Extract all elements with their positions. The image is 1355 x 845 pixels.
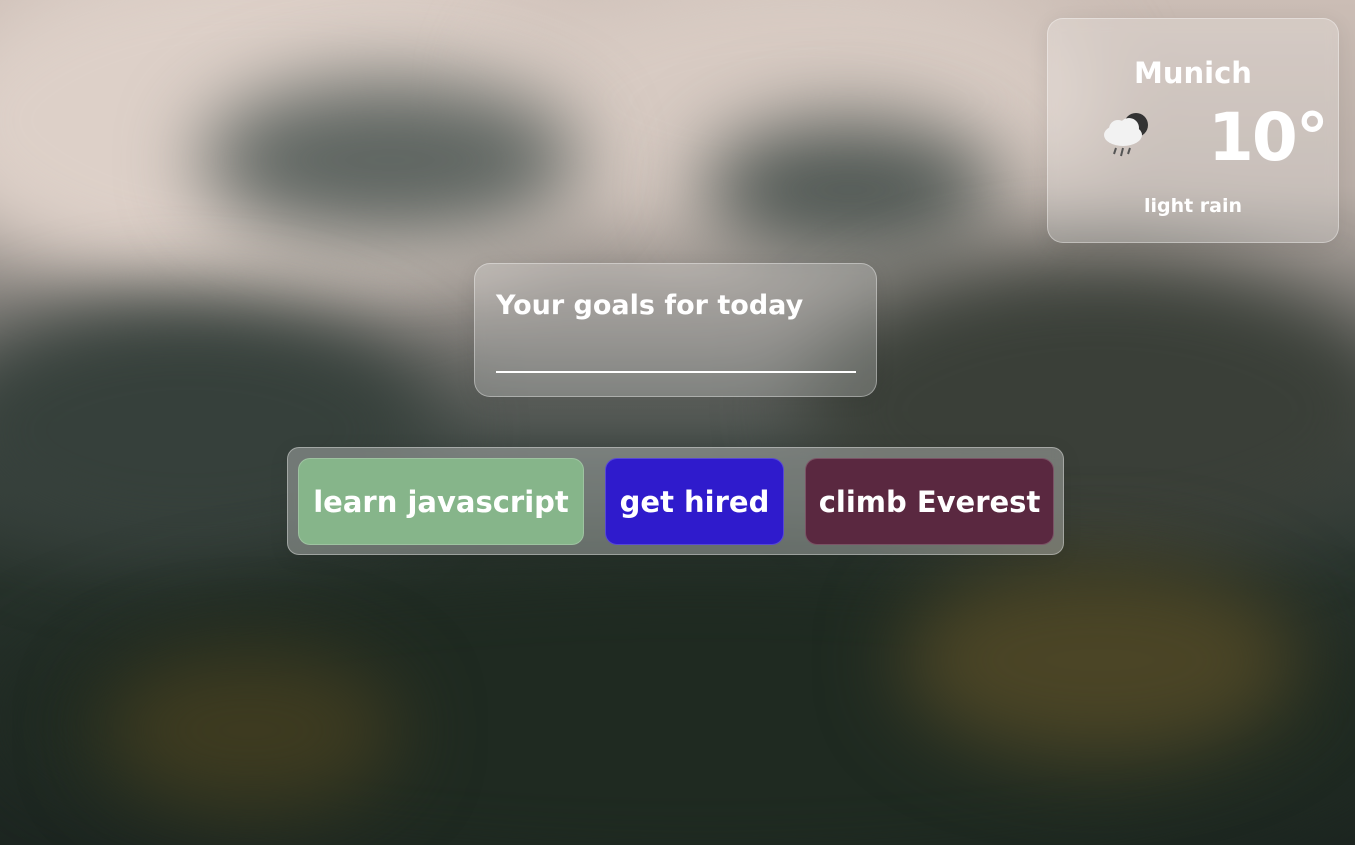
goal-list: learn javascript get hired climb Everest bbox=[287, 447, 1064, 555]
weather-description: light rain bbox=[1143, 195, 1243, 217]
goal-item-learn-javascript[interactable]: learn javascript bbox=[298, 458, 584, 545]
goals-title: Your goals for today bbox=[496, 290, 804, 321]
weather-widget: Munich 10° light rain bbox=[1047, 18, 1339, 243]
goal-input[interactable] bbox=[496, 329, 856, 373]
goal-item-get-hired[interactable]: get hired bbox=[605, 458, 784, 545]
cloud-rain-moon-icon bbox=[1096, 105, 1156, 165]
weather-city: Munich bbox=[1134, 56, 1252, 90]
goal-item-climb-everest[interactable]: climb Everest bbox=[805, 458, 1054, 545]
goals-panel: Your goals for today bbox=[474, 263, 877, 397]
weather-temperature: 10° bbox=[1208, 99, 1329, 176]
